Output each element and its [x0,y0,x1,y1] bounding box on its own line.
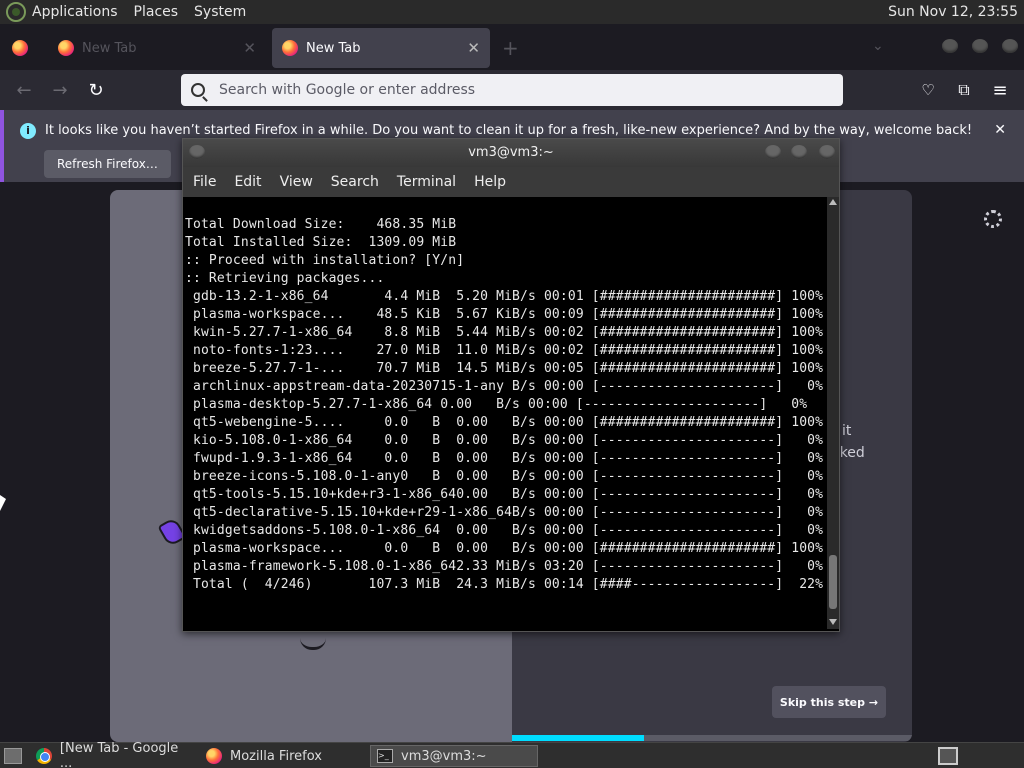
tab-new-tab-inactive[interactable]: New Tab ✕ [48,28,266,68]
taskbar-item-terminal[interactable]: >_ vm3@vm3:~ [370,745,538,767]
panel-clock[interactable]: Sun Nov 12, 23:55 [888,4,1018,20]
applications-menu[interactable]: Applications [32,4,118,20]
maximize-window-button[interactable] [791,145,807,159]
terminal-scrollbar[interactable] [827,197,839,629]
close-icon[interactable]: ✕ [467,39,480,57]
firefox-tab-bar: New Tab ✕ New Tab ✕ + ⌄ [0,24,1024,70]
terminal-line: plasma-workspace... 48.5 KiB 5.67 KiB/s … [185,307,824,322]
close-window-button[interactable] [819,145,835,159]
window-menu-button[interactable] [189,145,205,159]
url-bar[interactable]: Search with Google or enter address [181,74,843,106]
terminal-line: noto-fonts-1:23.... 27.0 MiB 11.0 MiB/s … [185,343,824,358]
terminal-icon: >_ [377,749,393,763]
terminal-line: plasma-desktop-5.27.7-1-x86_64 0.00 B/s … [185,397,808,412]
terminal-line: archlinux-appstream-data-20230715-1-any … [185,379,824,394]
close-window-button[interactable] [1002,39,1018,53]
url-placeholder: Search with Google or enter address [219,82,476,98]
firefox-icon [58,40,74,56]
menu-edit[interactable]: Edit [234,174,261,190]
menu-terminal[interactable]: Terminal [397,174,456,190]
terminal-line: :: Proceed with installation? [Y/n] [185,253,465,268]
firefox-icon [12,40,28,56]
terminal-line: Total ( 4/246) 107.3 MiB 24.3 MiB/s 00:1… [185,577,824,592]
onboarding-progress-bar [512,735,912,741]
bottom-taskbar: [New Tab - Google ... Mozilla Firefox >_… [0,741,1024,768]
menu-view[interactable]: View [280,174,313,190]
minimize-window-button[interactable] [942,39,958,53]
firefox-icon [206,748,222,764]
close-icon[interactable]: ✕ [243,39,256,57]
terminal-line: breeze-5.27.7-1-... 70.7 MiB 14.5 MiB/s … [185,361,824,376]
terminal-line: Total Installed Size: 1309.09 MiB [185,235,457,250]
top-panel: Applications Places System Sun Nov 12, 2… [0,0,1024,24]
welcome-partial-text: it cked [832,420,865,464]
forward-arrow-icon[interactable]: → [48,78,72,102]
terminal-titlebar[interactable]: vm3@vm3:~ [183,139,839,167]
maximize-window-button[interactable] [972,39,988,53]
pocket-icon[interactable]: ♡ [916,78,940,102]
terminal-line: fwupd-1.9.3-1-x86_64 0.0 B 0.00 B/s 00:0… [185,451,824,466]
terminal-window[interactable]: vm3@vm3:~ File Edit View Search Terminal… [182,138,840,632]
mouse-cursor-icon [0,495,6,511]
scrollbar-thumb[interactable] [829,555,837,609]
workspace-switcher[interactable] [938,747,958,765]
taskbar-item-chrome[interactable]: [New Tab - Google ... [30,741,200,768]
terminal-line: qt5-webengine-5.... 0.0 B 0.00 B/s 00:00… [185,415,824,430]
taskbar-item-label: [New Tab - Google ... [59,741,179,768]
terminal-line: breeze-icons-5.108.0-1-any0 B 0.00 B/s 0… [185,469,824,484]
scroll-down-arrow-icon[interactable] [829,619,837,625]
taskbar-item-firefox[interactable]: Mozilla Firefox [200,745,370,767]
tab-label: New Tab [82,40,137,56]
close-icon[interactable]: ✕ [994,122,1006,138]
firefox-icon [282,40,298,56]
gear-icon[interactable] [984,210,1002,228]
tab-pinned[interactable] [6,28,36,68]
minimize-window-button[interactable] [765,145,781,159]
terminal-line: qt5-declarative-5.15.10+kde+r29-1-x86_64… [185,505,824,520]
skip-step-button[interactable]: Skip this step → [772,686,886,718]
taskbar-item-label: vm3@vm3:~ [401,748,487,764]
back-arrow-icon[interactable]: ← [12,78,36,102]
taskbar-item-label: Mozilla Firefox [230,748,322,764]
chrome-icon [36,748,52,764]
menu-search[interactable]: Search [331,174,379,190]
notification-text: It looks like you haven’t started Firefo… [45,123,973,138]
terminal-line: Total Download Size: 468.35 MiB [185,217,457,232]
firefox-nav-bar: ← → ↻ Search with Google or enter addres… [0,70,1024,110]
terminal-line: kwin-5.27.7-1-x86_64 8.8 MiB 5.44 MiB/s … [185,325,824,340]
terminal-line: gdb-13.2-1-x86_64 4.4 MiB 5.20 MiB/s 00:… [185,289,824,304]
hamburger-menu-icon[interactable]: ≡ [988,78,1012,102]
terminal-menubar: File Edit View Search Terminal Help [183,167,839,197]
reload-icon[interactable]: ↻ [84,78,108,102]
tab-label: New Tab [306,40,361,56]
scroll-up-arrow-icon[interactable] [829,199,837,205]
new-tab-plus-icon[interactable]: + [502,38,519,58]
terminal-line: :: Retrieving packages... [185,271,385,286]
welcome-partial-line1: it [842,423,852,439]
extensions-puzzle-icon[interactable]: ⧉ [952,78,976,102]
illustration-doodle-icon [300,636,326,650]
places-menu[interactable]: Places [134,4,179,20]
menu-help[interactable]: Help [474,174,506,190]
terminal-line: qt5-tools-5.15.10+kde+r3-1-x86_640.00 B/… [185,487,824,502]
chevron-down-icon[interactable]: ⌄ [872,38,884,54]
terminal-line: plasma-framework-5.108.0-1-x86_642.33 Mi… [185,559,824,574]
terminal-line: kwidgetsaddons-5.108.0-1-x86_64 0.00 B/s… [185,523,824,538]
terminal-line: plasma-workspace... 0.0 B 0.00 B/s 00:00… [185,541,824,556]
menu-file[interactable]: File [193,174,216,190]
distro-logo-icon[interactable] [6,2,26,22]
show-desktop-icon[interactable] [4,748,22,764]
search-icon [191,83,205,97]
terminal-line: kio-5.108.0-1-x86_64 0.0 B 0.00 B/s 00:0… [185,433,824,448]
info-icon: i [20,123,36,139]
tab-new-tab-active[interactable]: New Tab ✕ [272,28,490,68]
terminal-output[interactable]: Total Download Size: 468.35 MiB Total In… [185,197,825,629]
onboarding-progress-fill [512,735,644,741]
system-menu[interactable]: System [194,4,246,20]
refresh-firefox-button[interactable]: Refresh Firefox… [44,150,171,178]
terminal-title: vm3@vm3:~ [468,145,554,160]
